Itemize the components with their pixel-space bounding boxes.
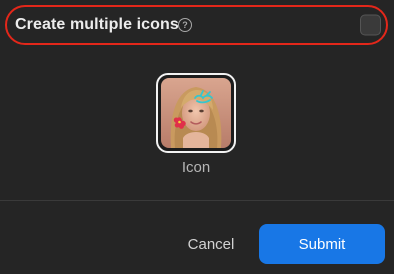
create-multiple-icons-checkbox[interactable] xyxy=(360,14,381,36)
submit-button[interactable]: Submit xyxy=(259,224,385,264)
icon-caption: Icon xyxy=(181,159,211,176)
create-icons-panel: Create multiple icons ? Icon Cancel Subm… xyxy=(0,0,394,274)
portrait-image xyxy=(161,78,231,148)
footer-divider xyxy=(0,200,394,201)
create-multiple-icons-label: Create multiple icons xyxy=(15,16,179,33)
icon-preview[interactable] xyxy=(156,73,236,153)
question-circle-icon[interactable]: ? xyxy=(178,18,192,32)
create-multiple-icons-option[interactable]: Create multiple icons ? xyxy=(5,5,388,45)
cancel-button[interactable]: Cancel xyxy=(176,226,246,262)
